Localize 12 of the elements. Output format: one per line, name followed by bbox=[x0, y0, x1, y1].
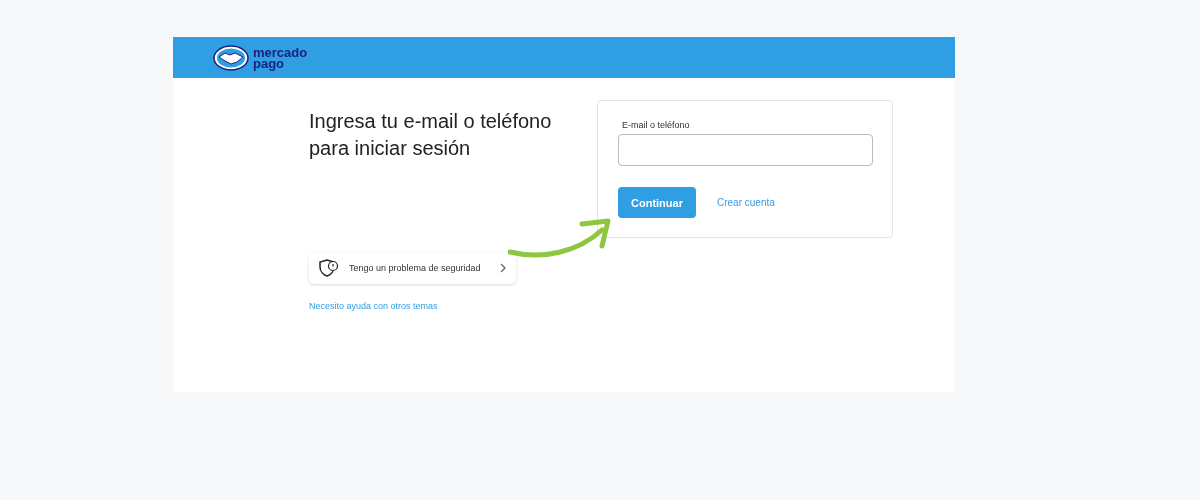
chevron-right-icon bbox=[500, 263, 506, 273]
shield-icon bbox=[319, 259, 339, 277]
security-option-label: Tengo un problema de seguridad bbox=[349, 263, 482, 273]
email-field[interactable] bbox=[618, 134, 873, 166]
page-title: Ingresa tu e-mail o teléfono para iniciar sesión bbox=[309, 109, 553, 161]
continue-button[interactable]: Continuar bbox=[618, 187, 696, 218]
create-account-link[interactable]: Crear cuenta bbox=[717, 197, 775, 208]
help-link[interactable]: Necesito ayuda con otros temas bbox=[309, 301, 438, 311]
logo-text: mercado bbox=[253, 46, 308, 58]
logo-text: pago bbox=[253, 57, 285, 69]
security-option[interactable]: Tengo un problema de seguridad bbox=[309, 252, 516, 284]
field-label: E-mail o teléfono bbox=[622, 120, 691, 130]
